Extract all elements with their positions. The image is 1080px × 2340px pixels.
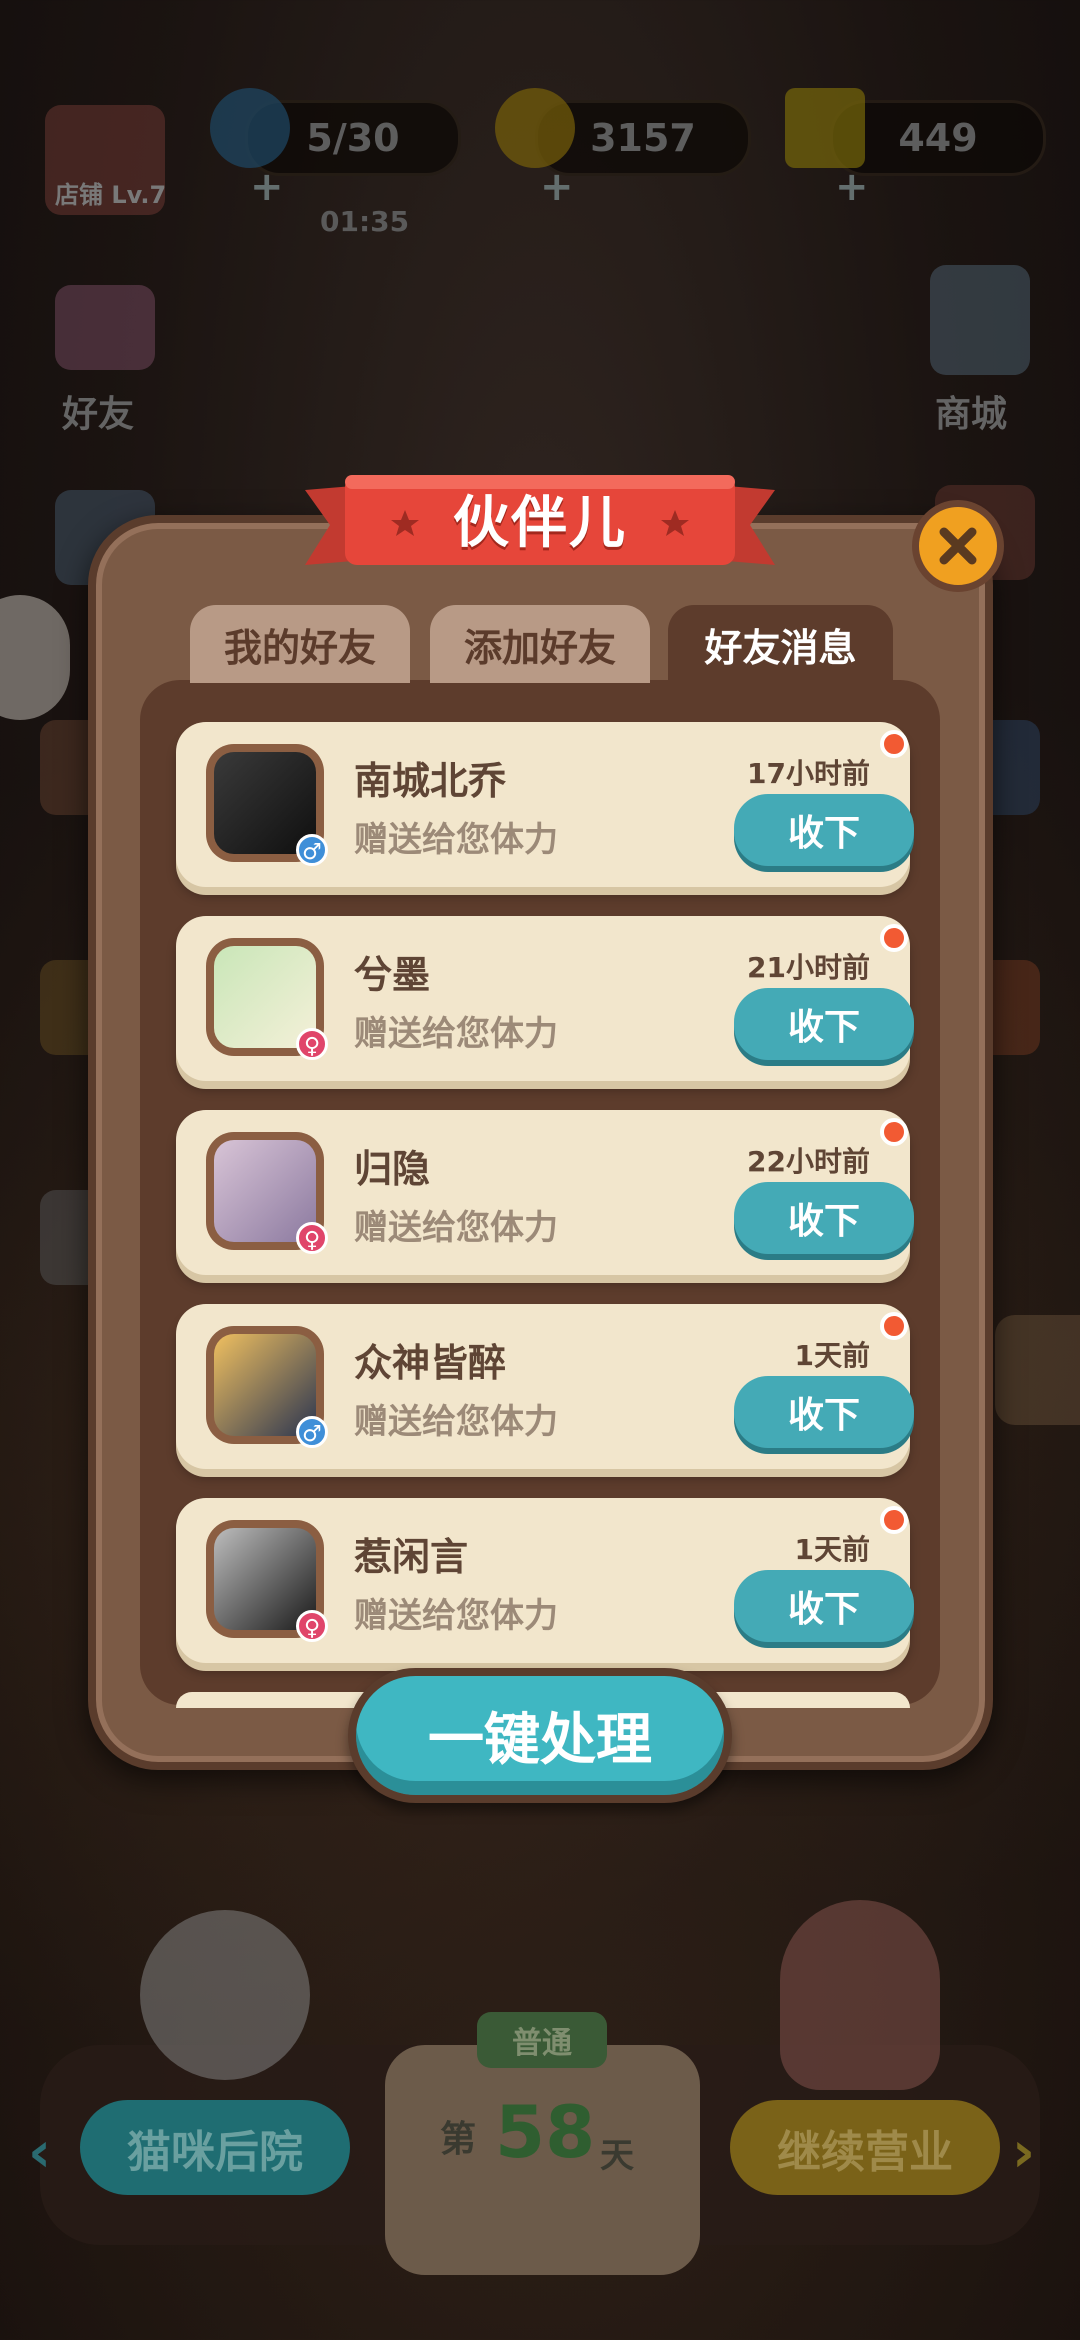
message-card: ♀ 归隐 赠送给您体力 22小时前 收下 — [176, 1110, 914, 1275]
message-card: ♀ 惹闲言 赠送给您体力 1天前 收下 — [176, 1498, 914, 1663]
sender-name: 众神皆醉 — [354, 1341, 507, 1385]
cat-character — [140, 1910, 310, 2080]
mode-label: 普通 — [512, 2026, 572, 2061]
girl-character — [780, 1900, 940, 2090]
male-icon: ♂ — [296, 1416, 328, 1448]
message-text: 赠送给您体力 — [354, 1014, 558, 1054]
message-text: 赠送给您体力 — [354, 820, 558, 860]
cat-backyard-button[interactable]: 猫咪后院 — [80, 2100, 350, 2195]
female-icon: ♀ — [296, 1028, 328, 1060]
message-text: 赠送给您体力 — [354, 1596, 558, 1636]
close-icon — [939, 527, 977, 565]
sender-name: 南城北乔 — [354, 759, 507, 803]
message-time: 1天前 — [794, 1339, 870, 1372]
tab-label: 好友消息 — [704, 625, 857, 670]
tab-label: 我的好友 — [223, 625, 376, 670]
message-time: 1天前 — [794, 1533, 870, 1566]
unread-dot — [880, 730, 908, 758]
message-time: 21小时前 — [747, 951, 870, 984]
message-card: ♀ 兮墨 赠送给您体力 21小时前 收下 — [176, 916, 914, 1081]
chevron-left-icon[interactable]: ‹ — [28, 2120, 51, 2185]
accept-button[interactable]: 收下 — [734, 1570, 914, 1642]
close-button[interactable] — [912, 500, 1004, 592]
sender-name: 归隐 — [354, 1147, 431, 1191]
message-time: 17小时前 — [747, 757, 870, 790]
tab-label: 添加好友 — [463, 625, 616, 670]
continue-business-label: 继续营业 — [777, 2126, 953, 2178]
process-all-label: 一键处理 — [428, 1708, 652, 1773]
chevron-right-icon[interactable]: › — [1012, 2120, 1035, 2185]
message-card: ♂ 南城北乔 赠送给您体力 17小时前 收下 — [176, 722, 914, 887]
tab-add-friends[interactable]: 添加好友 — [430, 605, 650, 683]
unread-dot — [880, 1506, 908, 1534]
panel-title: 伙伴儿 — [453, 491, 627, 556]
male-icon: ♂ — [296, 834, 328, 866]
unread-dot — [880, 924, 908, 952]
accept-button[interactable]: 收下 — [734, 794, 914, 866]
tab-friend-messages[interactable]: 好友消息 — [668, 605, 893, 683]
day-suffix: 天 — [600, 2136, 634, 2176]
tab-my-friends[interactable]: 我的好友 — [190, 605, 410, 683]
female-icon: ♀ — [296, 1222, 328, 1254]
accept-button[interactable]: 收下 — [734, 988, 914, 1060]
unread-dot — [880, 1118, 908, 1146]
message-text: 赠送给您体力 — [354, 1208, 558, 1248]
accept-button[interactable]: 收下 — [734, 1376, 914, 1448]
message-text: 赠送给您体力 — [354, 1402, 558, 1442]
continue-business-button[interactable]: 继续营业 — [730, 2100, 1000, 2195]
sender-name: 兮墨 — [354, 953, 431, 997]
process-all-button[interactable]: 一键处理 — [348, 1668, 732, 1803]
mode-badge: 普通 — [477, 2012, 607, 2068]
day-number: 58 — [495, 2090, 596, 2174]
unread-dot — [880, 1312, 908, 1340]
message-card: ♂ 众神皆醉 赠送给您体力 1天前 收下 — [176, 1304, 914, 1469]
message-time: 22小时前 — [747, 1145, 870, 1178]
day-prefix: 第 — [440, 2119, 477, 2160]
cat-backyard-label: 猫咪后院 — [127, 2126, 303, 2178]
female-icon: ♀ — [296, 1610, 328, 1642]
accept-button[interactable]: 收下 — [734, 1182, 914, 1254]
sender-name: 惹闲言 — [354, 1535, 469, 1579]
